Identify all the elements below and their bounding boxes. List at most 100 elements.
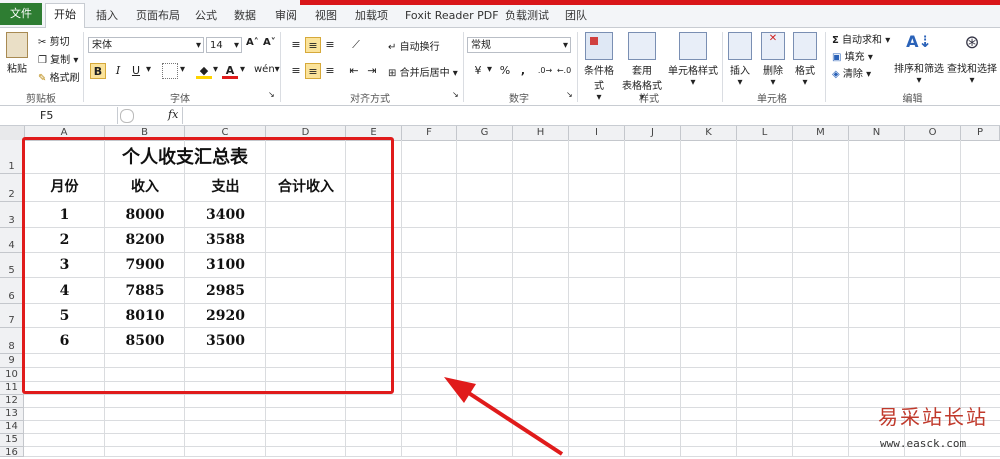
- dialog-launcher-icon[interactable]: ↘: [268, 90, 275, 99]
- number-format-select[interactable]: 常规 ▾: [467, 37, 571, 53]
- row-header-9[interactable]: 9: [0, 354, 24, 368]
- increase-indent-icon[interactable]: ⇥: [364, 63, 380, 79]
- clear-button[interactable]: ◈ 清除 ▾: [832, 65, 871, 81]
- tab-formulas[interactable]: 公式: [195, 6, 217, 26]
- cell-styles-button[interactable]: 单元格样式 ▾: [668, 32, 718, 88]
- format-cells-icon: [793, 32, 817, 60]
- chevron-down-icon[interactable]: ▾: [180, 64, 185, 75]
- row-header-8[interactable]: 8: [0, 328, 24, 354]
- chevron-down-icon[interactable]: ▾: [146, 64, 151, 75]
- align-left-icon[interactable]: ≡: [288, 63, 304, 79]
- font-size-select[interactable]: 14 ▾: [206, 37, 242, 53]
- fill-color-icon[interactable]: ◆: [196, 63, 212, 79]
- paste-button[interactable]: 粘贴: [5, 32, 29, 75]
- chevron-down-icon[interactable]: ▾: [487, 64, 492, 75]
- column-header-f[interactable]: F: [402, 126, 457, 140]
- align-bottom-icon[interactable]: ≡: [322, 37, 338, 53]
- row-header-15[interactable]: 15: [0, 434, 24, 447]
- delete-cells-button[interactable]: ✕ 删除 ▾: [760, 32, 786, 88]
- tab-addins[interactable]: 加载项: [355, 6, 388, 26]
- column-header-g[interactable]: G: [457, 126, 513, 140]
- increase-decimal-icon[interactable]: .0→: [537, 63, 553, 79]
- autosum-button[interactable]: Σ 自动求和 ▾: [832, 31, 890, 47]
- font-color-icon[interactable]: A: [222, 63, 238, 79]
- column-header-l[interactable]: L: [737, 126, 793, 140]
- formula-bar-expand-icon[interactable]: [120, 109, 134, 123]
- dialog-launcher-icon[interactable]: ↘: [566, 90, 573, 99]
- bold-button[interactable]: B: [90, 63, 106, 79]
- row-header-11[interactable]: 11: [0, 382, 24, 395]
- column-header-i[interactable]: I: [569, 126, 625, 140]
- copy-button[interactable]: ❐ 复制 ▾: [38, 51, 78, 67]
- row-header-10[interactable]: 10: [0, 368, 24, 382]
- chevron-down-icon[interactable]: ▾: [213, 64, 218, 75]
- column-header-n[interactable]: N: [849, 126, 905, 140]
- row-header-14[interactable]: 14: [0, 421, 24, 434]
- conditional-format-label: 条件格式: [584, 66, 614, 92]
- insert-cells-button[interactable]: 插入 ▾: [727, 32, 753, 88]
- tab-home[interactable]: 开始: [45, 3, 85, 28]
- decrease-decimal-icon[interactable]: ←.0: [556, 63, 572, 79]
- column-header-j[interactable]: J: [625, 126, 681, 140]
- insert-function-button[interactable]: fx: [168, 108, 178, 121]
- align-right-icon[interactable]: ≡: [322, 63, 338, 79]
- comma-style-button[interactable]: ,: [515, 63, 531, 79]
- format-cells-button[interactable]: 格式 ▾: [792, 32, 818, 88]
- column-header-o[interactable]: O: [905, 126, 961, 140]
- group-label-alignment: 对齐方式: [350, 94, 390, 105]
- wrap-text-button[interactable]: ↵ 自动换行: [388, 38, 440, 54]
- row-header-5[interactable]: 5: [0, 253, 24, 278]
- dialog-launcher-icon[interactable]: ↘: [452, 90, 459, 99]
- name-box[interactable]: F5: [0, 107, 118, 124]
- grow-font-icon[interactable]: A˄: [246, 37, 259, 48]
- group-label-editing: 编辑: [902, 94, 923, 105]
- shrink-font-icon[interactable]: A˅: [263, 37, 276, 48]
- tab-review[interactable]: 审阅: [275, 6, 297, 26]
- align-top-icon[interactable]: ≡: [288, 37, 304, 53]
- italic-button[interactable]: I: [110, 63, 126, 79]
- row-header-3[interactable]: 3: [0, 202, 24, 228]
- font-name-value: 宋体: [92, 40, 112, 51]
- phonetic-guide-button[interactable]: wén▾: [254, 64, 280, 75]
- format-painter-button[interactable]: ✎ 格式刷: [38, 69, 80, 85]
- row-header-1[interactable]: 1: [0, 140, 24, 174]
- column-header-p[interactable]: P: [961, 126, 1000, 140]
- row-header-4[interactable]: 4: [0, 228, 24, 253]
- font-name-select[interactable]: 宋体 ▾: [88, 37, 204, 53]
- column-header-k[interactable]: K: [681, 126, 737, 140]
- chevron-down-icon[interactable]: ▾: [240, 64, 245, 75]
- decrease-indent-icon[interactable]: ⇤: [346, 63, 362, 79]
- tab-view[interactable]: 视图: [315, 6, 337, 26]
- tab-file[interactable]: 文件: [0, 3, 42, 25]
- cut-button[interactable]: ✂ 剪切: [38, 33, 70, 49]
- column-header-h[interactable]: H: [513, 126, 569, 140]
- row-header-2[interactable]: 2: [0, 174, 24, 202]
- currency-icon[interactable]: ¥: [470, 63, 486, 79]
- fill-button[interactable]: ▣ 填充 ▾: [832, 48, 873, 64]
- align-center-icon[interactable]: ≡: [305, 63, 321, 79]
- sort-filter-button[interactable]: A⇣ 排序和筛选 ▾: [893, 32, 945, 86]
- tab-foxit[interactable]: Foxit Reader PDF: [405, 6, 499, 26]
- text-orientation-icon[interactable]: ⟋: [348, 37, 364, 53]
- tab-page-layout[interactable]: 页面布局: [136, 6, 180, 26]
- row-header-16[interactable]: 16: [0, 447, 24, 458]
- underline-button[interactable]: U: [128, 63, 144, 79]
- align-middle-icon[interactable]: ≡: [305, 37, 321, 53]
- percent-button[interactable]: %: [497, 63, 513, 79]
- column-header-m[interactable]: M: [793, 126, 849, 140]
- tab-team[interactable]: 团队: [565, 6, 587, 26]
- paste-icon: [6, 32, 28, 58]
- find-select-label: 查找和选择: [947, 64, 997, 75]
- row-header-7[interactable]: 7: [0, 304, 24, 328]
- tab-insert[interactable]: 插入: [96, 6, 118, 26]
- tab-data[interactable]: 数据: [234, 6, 256, 26]
- tab-load-test[interactable]: 负载测试: [505, 6, 549, 26]
- group-label-styles: 样式: [639, 94, 659, 105]
- merge-center-button[interactable]: ⊞ 合并后居中 ▾: [388, 64, 458, 80]
- formula-input[interactable]: [182, 107, 1000, 124]
- row-header-13[interactable]: 13: [0, 408, 24, 421]
- row-header-12[interactable]: 12: [0, 395, 24, 408]
- row-header-6[interactable]: 6: [0, 278, 24, 304]
- border-icon[interactable]: [162, 63, 178, 79]
- find-select-button[interactable]: ⊛ 查找和选择 ▾: [946, 32, 998, 86]
